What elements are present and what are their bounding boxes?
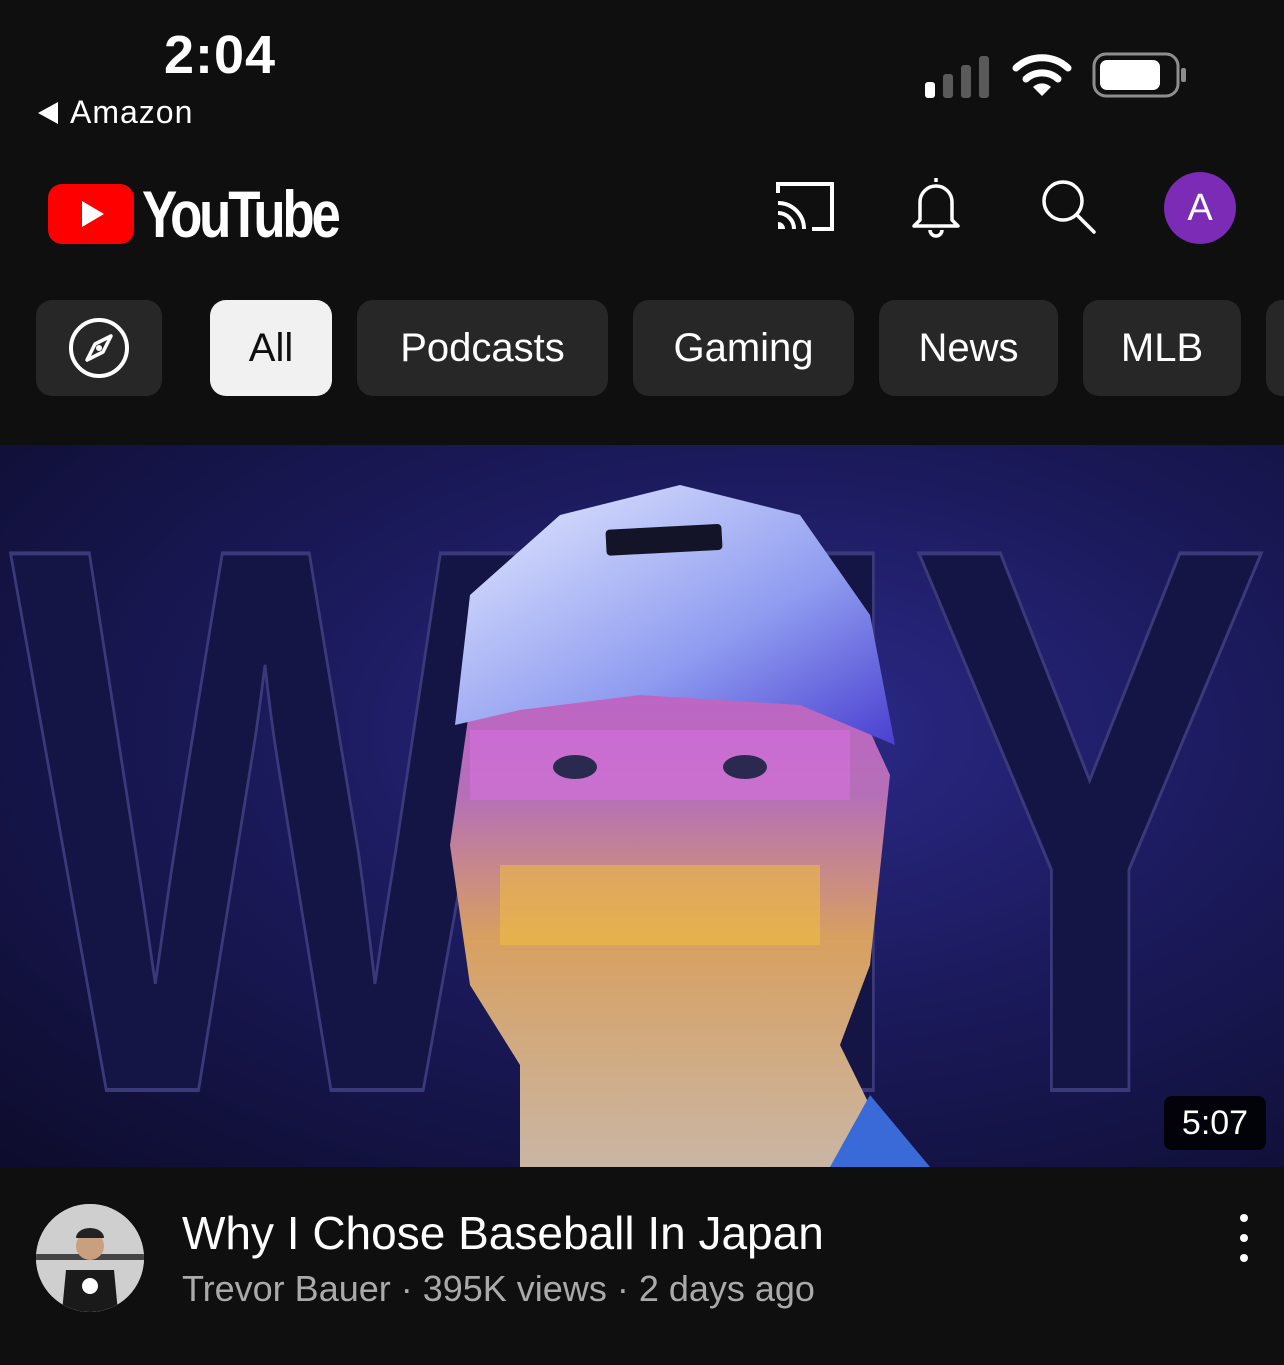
channel-avatar-image xyxy=(36,1204,144,1312)
chip-podcasts[interactable]: Podcasts xyxy=(357,300,608,396)
battery-icon xyxy=(1092,52,1186,98)
youtube-play-icon xyxy=(48,184,134,244)
chip-label: News xyxy=(918,325,1019,370)
avatar-letter: A xyxy=(1187,186,1213,229)
search-button[interactable] xyxy=(1032,170,1104,242)
bell-icon xyxy=(912,178,960,238)
back-app-label: Amazon xyxy=(70,94,194,130)
chip-all[interactable]: All xyxy=(210,300,332,396)
compass-icon xyxy=(69,318,129,378)
video-title[interactable]: Why I Chose Baseball In Japan xyxy=(182,1206,824,1260)
more-options-button[interactable] xyxy=(1222,1208,1266,1268)
status-time: 2:04 xyxy=(164,25,277,85)
video-subtitle: Trevor Bauer · 395K views · 2 days ago xyxy=(182,1268,815,1309)
thumbnail-artwork: WHY xyxy=(8,445,1272,1167)
cast-icon xyxy=(776,182,834,231)
youtube-logo[interactable]: YouTube xyxy=(48,176,387,252)
chip-mlb[interactable]: MLB xyxy=(1083,300,1241,396)
status-bar: 2:04 Amazon xyxy=(0,0,1284,140)
cellular-signal-icon xyxy=(925,56,989,98)
app-header: YouTube A xyxy=(0,150,1284,265)
channel-avatar[interactable] xyxy=(36,1204,144,1312)
youtube-logo-text: YouTube xyxy=(142,177,341,251)
chip-news[interactable]: News xyxy=(879,300,1058,396)
chip-gaming[interactable]: Gaming xyxy=(633,300,854,396)
video-meta: Why I Chose Baseball In Japan Trevor Bau… xyxy=(0,1168,1284,1365)
chip-label: Gaming xyxy=(673,325,814,370)
explore-chip[interactable] xyxy=(36,300,162,396)
video-thumbnail[interactable]: WHY xyxy=(0,445,1284,1167)
chip-next-partial[interactable] xyxy=(1266,300,1284,396)
dot-icon xyxy=(1240,1234,1248,1242)
notifications-button[interactable] xyxy=(900,170,972,242)
back-triangle-icon xyxy=(38,101,58,124)
category-chips: All Podcasts Gaming News MLB xyxy=(0,300,1284,396)
wifi-icon xyxy=(1012,54,1072,96)
chip-label: All xyxy=(248,325,294,370)
chip-label: Podcasts xyxy=(400,325,565,370)
video-duration-badge: 5:07 xyxy=(1164,1096,1266,1150)
dot-icon xyxy=(1240,1214,1248,1222)
chip-label: MLB xyxy=(1120,325,1204,370)
account-avatar[interactable]: A xyxy=(1164,172,1236,244)
cast-button[interactable] xyxy=(768,170,840,242)
dot-icon xyxy=(1240,1254,1248,1262)
search-icon xyxy=(1042,180,1096,234)
back-to-app-button[interactable]: Amazon xyxy=(38,94,193,131)
